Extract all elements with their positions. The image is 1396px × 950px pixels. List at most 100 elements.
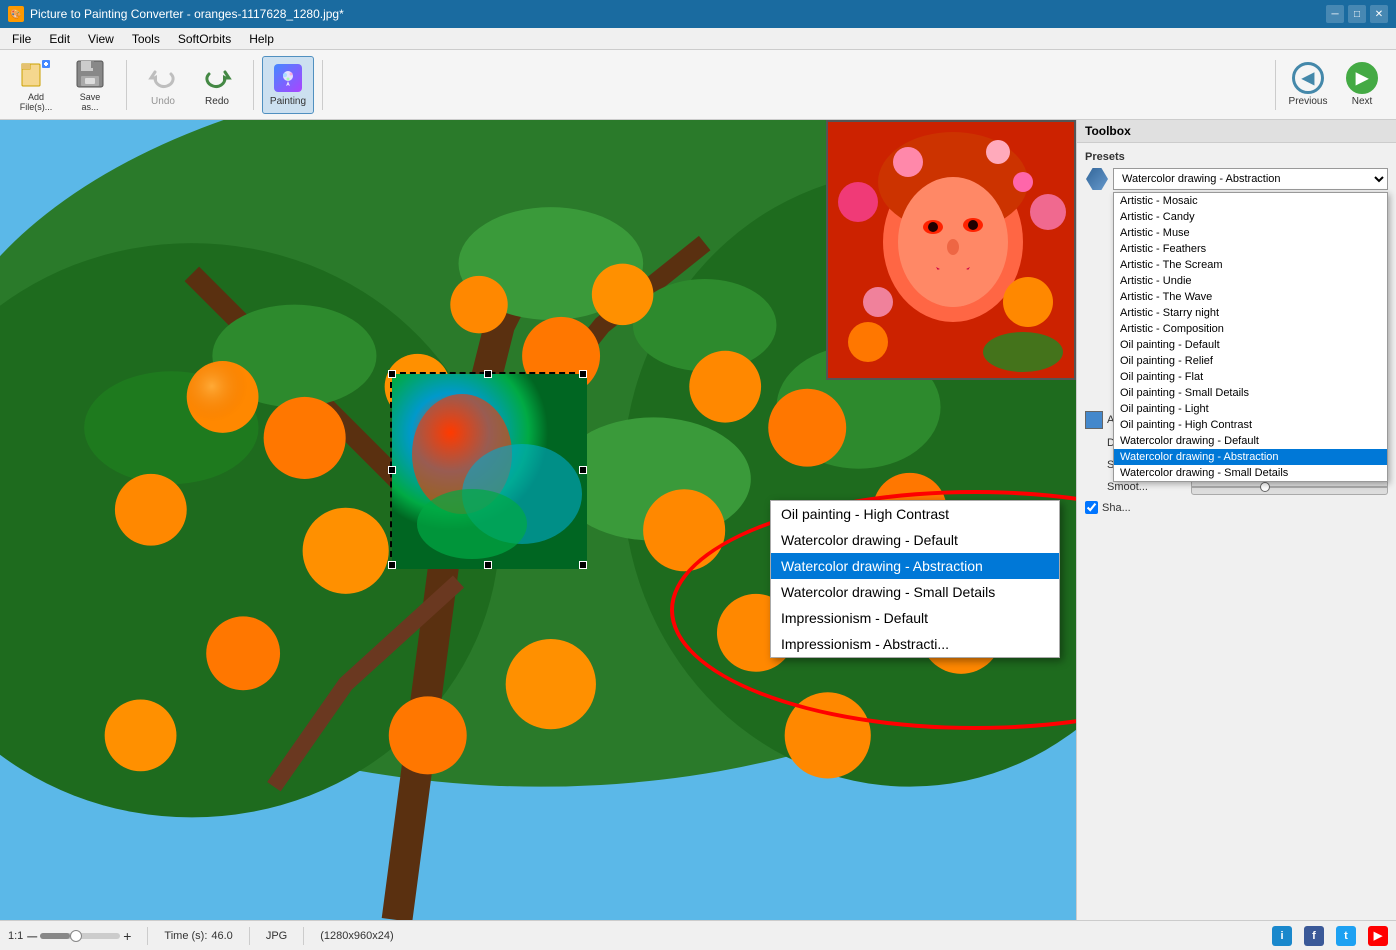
menu-file[interactable]: File (4, 30, 39, 48)
painting-icon (272, 62, 304, 94)
big-dropdown-item-5[interactable]: Impressionism - Abstracti... (771, 631, 1059, 657)
dd-item-oil-flat[interactable]: Oil painting - Flat (1114, 369, 1387, 385)
big-dropdown-item-1[interactable]: Watercolor drawing - Default (771, 527, 1059, 553)
dd-item-oil-hc[interactable]: Oil painting - High Contrast (1114, 417, 1387, 433)
presets-label: Presets (1085, 151, 1388, 163)
status-sep-1 (147, 927, 148, 945)
painting-label: Painting (270, 96, 306, 107)
add-files-icon (20, 58, 52, 90)
dd-item-wave[interactable]: Artistic - The Wave (1114, 289, 1387, 305)
presets-select[interactable]: Artistic - Mosaic Artistic - Candy Artis… (1113, 168, 1388, 190)
facebook-icon[interactable]: f (1304, 926, 1324, 946)
app-icon: 🎨 (8, 6, 24, 22)
zoom-minus-icon[interactable]: ─ (27, 928, 37, 944)
toolbox-content: Presets Artistic - Mosaic Artistic - Can… (1077, 143, 1396, 920)
preview-svg (828, 122, 1076, 380)
add-files-label: AddFile(s)... (20, 92, 53, 112)
dd-item-wc-small[interactable]: Watercolor drawing - Small Details (1114, 465, 1387, 481)
save-icon (74, 58, 106, 90)
dd-item-wc-abstraction[interactable]: Watercolor drawing - Abstraction (1114, 449, 1387, 465)
previous-label: Previous (1289, 96, 1328, 107)
toolbar-group-undoredo: Undo Redo (135, 54, 245, 116)
save-as-button[interactable]: Saveas... (64, 56, 116, 114)
add-files-button[interactable]: AddFile(s)... (10, 56, 62, 114)
zoom-slider-fill (40, 933, 70, 939)
dd-item-wc-default[interactable]: Watercolor drawing - Default (1114, 433, 1387, 449)
dd-item-oil-small[interactable]: Oil painting - Small Details (1114, 385, 1387, 401)
menu-view[interactable]: View (80, 30, 122, 48)
checkbox-row: Sha... (1085, 501, 1388, 514)
minimize-button[interactable]: ─ (1326, 5, 1344, 23)
redo-icon (201, 62, 233, 94)
undo-label: Undo (151, 96, 175, 107)
toolbox-title: Toolbox (1085, 124, 1131, 138)
dd-item-feathers[interactable]: Artistic - Feathers (1114, 241, 1387, 257)
next-button[interactable]: ▶ Next (1336, 56, 1388, 114)
undo-button[interactable]: Undo (137, 56, 189, 114)
next-label: Next (1352, 96, 1373, 107)
canvas-area[interactable]: Oil painting - High Contrast Watercolor … (0, 120, 1076, 920)
maximize-button[interactable]: □ (1348, 5, 1366, 23)
nav-sep (1275, 60, 1276, 110)
zoom-slider-thumb (70, 930, 82, 942)
painting-button[interactable]: Painting (262, 56, 314, 114)
big-dropdown-item-4[interactable]: Impressionism - Default (771, 605, 1059, 631)
big-dropdown-popup: Oil painting - High Contrast Watercolor … (770, 500, 1060, 658)
menu-help[interactable]: Help (241, 30, 282, 48)
save-as-label: Saveas... (80, 92, 101, 112)
window-controls[interactable]: ─ □ ✕ (1326, 5, 1388, 23)
dd-item-muse[interactable]: Artistic - Muse (1114, 225, 1387, 241)
close-button[interactable]: ✕ (1370, 5, 1388, 23)
redo-button[interactable]: Redo (191, 56, 243, 114)
toolbox-panel: Toolbox Presets Artistic - Mosaic Artist… (1076, 120, 1396, 920)
big-dropdown-item-2[interactable]: Watercolor drawing - Abstraction (771, 553, 1059, 579)
status-sep-3 (303, 927, 304, 945)
format-section: JPG (266, 930, 287, 942)
undo-icon (147, 62, 179, 94)
time-section: Time (s): 46.0 (164, 930, 232, 942)
zoom-plus-icon[interactable]: + (123, 928, 131, 944)
menu-edit[interactable]: Edit (41, 30, 78, 48)
smooth-label: Smoot... (1107, 481, 1187, 493)
share-label: Sha... (1102, 502, 1131, 514)
big-dropdown-item-3[interactable]: Watercolor drawing - Small Details (771, 579, 1059, 605)
dd-item-oil-relief[interactable]: Oil painting - Relief (1114, 353, 1387, 369)
dd-item-oil-light[interactable]: Oil painting - Light (1114, 401, 1387, 417)
menu-softorbits[interactable]: SoftOrbits (170, 30, 239, 48)
dimensions-section: (1280x960x24) (320, 930, 393, 942)
dd-item-undie[interactable]: Artistic - Undie (1114, 273, 1387, 289)
twitter-icon[interactable]: t (1336, 926, 1356, 946)
time-label: Time (s): (164, 930, 207, 942)
dd-item-oil-default[interactable]: Oil painting - Default (1114, 337, 1387, 353)
dd-item-starry[interactable]: Artistic - Starry night (1114, 305, 1387, 321)
menu-tools[interactable]: Tools (124, 30, 168, 48)
dropdown-overlay: Artistic - Mosaic Artistic - Candy Artis… (1113, 192, 1388, 482)
share-checkbox[interactable] (1085, 501, 1098, 514)
redo-label: Redo (205, 96, 229, 107)
presets-icon-shape (1086, 168, 1108, 190)
window-title: Picture to Painting Converter - oranges-… (30, 7, 344, 21)
dimensions-label: (1280x960x24) (320, 930, 393, 942)
presets-icon (1085, 167, 1109, 191)
previous-button[interactable]: ◀ Previous (1282, 56, 1334, 114)
dd-item-candy[interactable]: Artistic - Candy (1114, 209, 1387, 225)
dd-item-mosaic[interactable]: Artistic - Mosaic (1114, 193, 1387, 209)
toolbar: AddFile(s)... Saveas... (0, 50, 1396, 120)
zoom-slider[interactable] (40, 933, 120, 939)
dd-item-scream[interactable]: Artistic - The Scream (1114, 257, 1387, 273)
toolbox-header: Toolbox (1077, 120, 1396, 143)
big-dropdown-item-0[interactable]: Oil painting - High Contrast (771, 501, 1059, 527)
title-bar-left: 🎨 Picture to Painting Converter - orange… (8, 6, 344, 22)
abstract-color-swatch (1085, 411, 1103, 429)
dd-item-composition[interactable]: Artistic - Composition (1114, 321, 1387, 337)
zoom-ratio: 1:1 (8, 930, 23, 942)
nav-section: ◀ Previous ▶ Next (1271, 56, 1388, 114)
painting-icon-shape (274, 64, 302, 92)
presets-row: Artistic - Mosaic Artistic - Candy Artis… (1085, 167, 1388, 191)
info-icon[interactable]: i (1272, 926, 1292, 946)
smooth-slider-thumb (1260, 482, 1270, 492)
title-bar: 🎨 Picture to Painting Converter - orange… (0, 0, 1396, 28)
status-bar-right: i f t ▶ (1272, 926, 1388, 946)
format-label: JPG (266, 930, 287, 942)
youtube-icon[interactable]: ▶ (1368, 926, 1388, 946)
